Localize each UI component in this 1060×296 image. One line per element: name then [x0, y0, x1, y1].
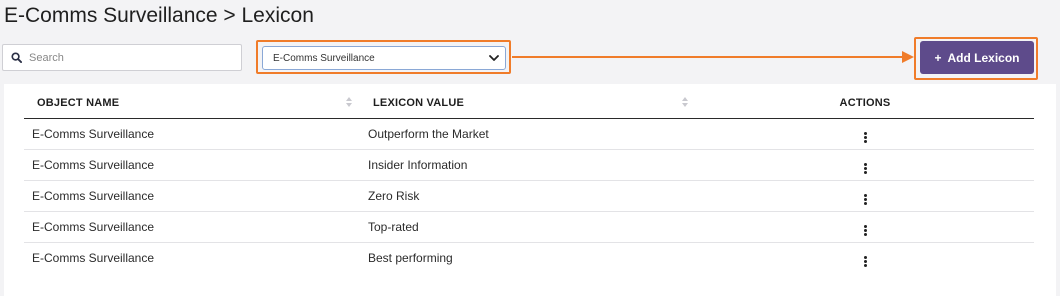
actions-cell: [696, 149, 1034, 181]
object-filter-value: E-Comms Surveillance: [273, 52, 375, 64]
object-name-cell: E-Comms Surveillance: [32, 250, 155, 265]
add-lexicon-button[interactable]: + Add Lexicon: [920, 41, 1034, 74]
plus-icon: +: [934, 50, 942, 65]
sort-icon[interactable]: [682, 97, 688, 110]
object-name-cell: E-Comms Surveillance: [24, 211, 360, 243]
lexicon-value-cell: Top-rated: [360, 211, 696, 243]
search-box[interactable]: [2, 44, 242, 71]
object-name-cell: E-Comms Surveillance: [24, 149, 360, 181]
kebab-menu-icon[interactable]: [863, 256, 867, 268]
lexicon-table: OBJECT NAME LEXICON VALUE ACTIONS E-Comm…: [24, 88, 1034, 273]
chevron-down-icon: [489, 49, 499, 67]
kebab-menu-icon[interactable]: [863, 131, 867, 143]
kebab-menu-icon[interactable]: [863, 162, 867, 174]
table-row: E-Comms Surveillance Best performing: [24, 242, 1034, 273]
object-name-cell: E-Comms Surveillance: [24, 180, 360, 212]
actions-cell: [696, 242, 1034, 273]
add-lexicon-label: Add Lexicon: [947, 50, 1020, 65]
actions-cell: [696, 211, 1034, 243]
lexicon-value-cell: Insider Information: [360, 149, 696, 181]
lexicon-value-cell: Outperform the Market: [360, 118, 696, 150]
lexicon-value-cell: Zero Risk: [360, 180, 696, 212]
object-name-cell: E-Comms Surveillance: [24, 118, 360, 150]
search-input[interactable]: [29, 46, 229, 69]
kebab-menu-icon[interactable]: [863, 224, 867, 236]
column-header-object-name[interactable]: OBJECT NAME: [24, 88, 360, 119]
column-header-lexicon-value[interactable]: LEXICON VALUE: [360, 88, 696, 119]
lexicon-table-card: OBJECT NAME LEXICON VALUE ACTIONS E-Comm…: [4, 84, 1056, 296]
column-header-actions: ACTIONS: [696, 88, 1034, 119]
actions-cell: [696, 180, 1034, 212]
table-row: E-Comms Surveillance Zero Risk: [24, 180, 1034, 212]
table-row: E-Comms Surveillance Top-rated: [24, 211, 1034, 243]
page-title: E-Comms Surveillance > Lexicon: [4, 4, 314, 27]
table-row: E-Comms Surveillance Insider Information: [24, 149, 1034, 181]
sort-icon[interactable]: [346, 97, 352, 110]
table-row: E-Comms Surveillance Outperform the Mark…: [24, 118, 1034, 150]
actions-cell: [696, 118, 1034, 150]
object-filter-select[interactable]: E-Comms Surveillance: [262, 46, 506, 70]
kebab-menu-icon[interactable]: [863, 193, 867, 205]
search-icon: [3, 52, 29, 63]
lexicon-value-cell: Best performing: [368, 250, 453, 265]
table-header-row: OBJECT NAME LEXICON VALUE ACTIONS: [24, 88, 1034, 119]
